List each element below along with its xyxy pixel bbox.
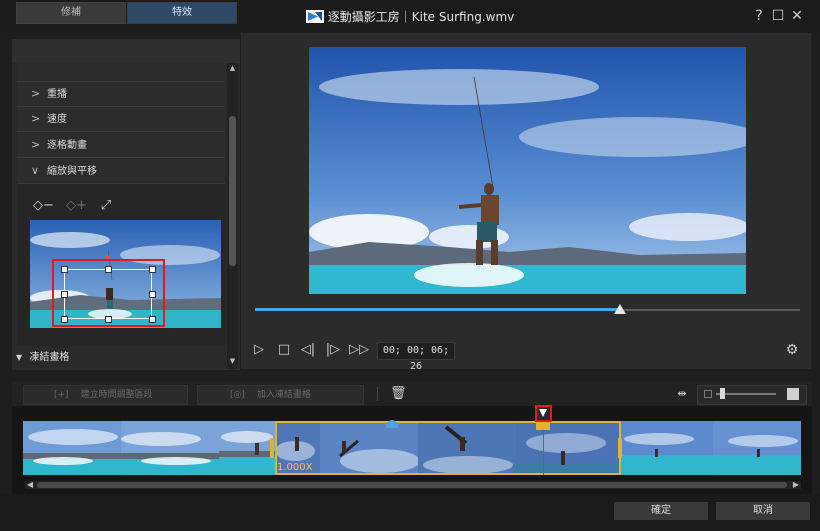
ok-button[interactable]: 確定 — [614, 502, 708, 520]
chevron-right-icon: > — [31, 112, 41, 125]
menu-item-cut-off — [17, 63, 225, 82]
timecode-display: 00; 00; 06; 26 — [377, 342, 455, 372]
trash-icon[interactable]: 🗑 — [390, 385, 407, 403]
timeline-frame — [23, 421, 121, 475]
highlight-box — [52, 259, 165, 327]
play-icon[interactable]: ▷ — [250, 341, 268, 359]
add-range-icon: [+] — [54, 390, 69, 400]
timeline-scroll-thumb[interactable] — [37, 482, 787, 488]
playhead-flag[interactable] — [536, 421, 550, 430]
previous-frame-icon[interactable]: ◁| — [299, 341, 317, 359]
maximize-button[interactable]: ☐ — [770, 7, 786, 25]
selected-time-range[interactable] — [275, 421, 621, 475]
create-time-range-label: 建立時間調整區段 — [80, 390, 153, 400]
menu-item-replay[interactable]: > 重播 — [17, 82, 225, 107]
tab-edit[interactable]: 修補 — [16, 2, 126, 24]
panel-tab-bar — [12, 39, 240, 63]
freeze-frame-section[interactable]: ▼ 凍結畫格 — [12, 347, 227, 369]
menu-item-speed[interactable]: > 速度 — [17, 107, 225, 132]
app-window: 逐動攝影工房｜Kite Surfing.wmv ? ☐ ✕ 修補 特效 > 重播 … — [0, 0, 820, 531]
cancel-button[interactable]: 取消 — [716, 502, 810, 520]
menu-item-label: 速度 — [47, 114, 67, 125]
fit-timeline-icon[interactable]: ⇹ — [673, 386, 691, 402]
next-frame-icon[interactable]: |▷ — [324, 341, 342, 359]
panel-scroll-thumb[interactable] — [229, 116, 236, 266]
scroll-down-icon[interactable]: ▼ — [228, 357, 237, 367]
timeline-frame — [619, 421, 713, 475]
tab-effects[interactable]: 特效 — [127, 2, 237, 24]
timeline-zoom-thumb[interactable] — [720, 388, 725, 399]
scroll-left-icon[interactable]: ◀ — [25, 479, 35, 491]
create-time-range-button[interactable]: [+] 建立時間調整區段 — [23, 385, 188, 405]
menu-item-stop-motion[interactable]: > 逐格動畫 — [17, 133, 225, 158]
timeline-frame — [219, 421, 275, 475]
seek-bar-progress — [255, 308, 620, 311]
keyframe-marker[interactable] — [386, 420, 398, 428]
menu-item-label: 逐格動畫 — [47, 140, 87, 151]
scroll-right-icon[interactable]: ▶ — [791, 479, 801, 491]
add-keyframe-icon[interactable]: ◇+ — [66, 196, 87, 216]
video-preview — [309, 47, 746, 294]
add-freeze-frame-label: 加入凍結畫格 — [256, 390, 311, 400]
toolbar-divider — [377, 387, 378, 401]
chevron-down-icon: ∨ — [31, 164, 40, 177]
fullscreen-frame-icon[interactable]: ⤢ — [96, 196, 116, 216]
zoom-in-icon[interactable] — [787, 388, 799, 400]
range-start-handle[interactable] — [270, 438, 274, 458]
menu-item-label: 縮放與平移 — [47, 166, 97, 177]
window-title-text: 逐動攝影工房｜Kite Surfing.wmv — [327, 9, 515, 24]
zoom-out-icon[interactable] — [704, 390, 712, 398]
menu-item-zoom-pan[interactable]: ∨ 縮放與平移 — [17, 159, 225, 184]
freeze-frame-icon: [◎] — [230, 390, 245, 400]
playhead-marker-icon[interactable] — [539, 409, 547, 417]
range-end-handle[interactable] — [618, 438, 622, 458]
freeze-frame-label: 凍結畫格 — [29, 352, 70, 363]
scroll-up-icon[interactable]: ▲ — [228, 64, 237, 74]
stop-icon[interactable]: □ — [275, 341, 293, 359]
chevron-right-icon: > — [31, 87, 41, 100]
timeline-zoom-track[interactable] — [716, 393, 776, 395]
fast-forward-icon[interactable]: ▷▷ — [349, 341, 369, 359]
remove-keyframe-icon[interactable]: ◇− — [33, 196, 54, 216]
add-freeze-frame-button[interactable]: [◎] 加入凍結畫格 — [197, 385, 364, 405]
chevron-right-icon: > — [31, 138, 41, 151]
close-button[interactable]: ✕ — [789, 7, 805, 25]
speed-label: 1.000X — [277, 462, 313, 473]
gear-icon[interactable]: ⚙ — [783, 341, 801, 359]
app-logo-icon — [305, 9, 324, 23]
timeline-frame — [713, 421, 801, 475]
help-button[interactable]: ? — [751, 7, 767, 25]
collapse-down-icon: ▼ — [16, 353, 23, 362]
menu-item-label: 重播 — [47, 89, 67, 100]
seek-bar-thumb[interactable] — [614, 304, 626, 314]
timeline-frame — [121, 421, 219, 475]
